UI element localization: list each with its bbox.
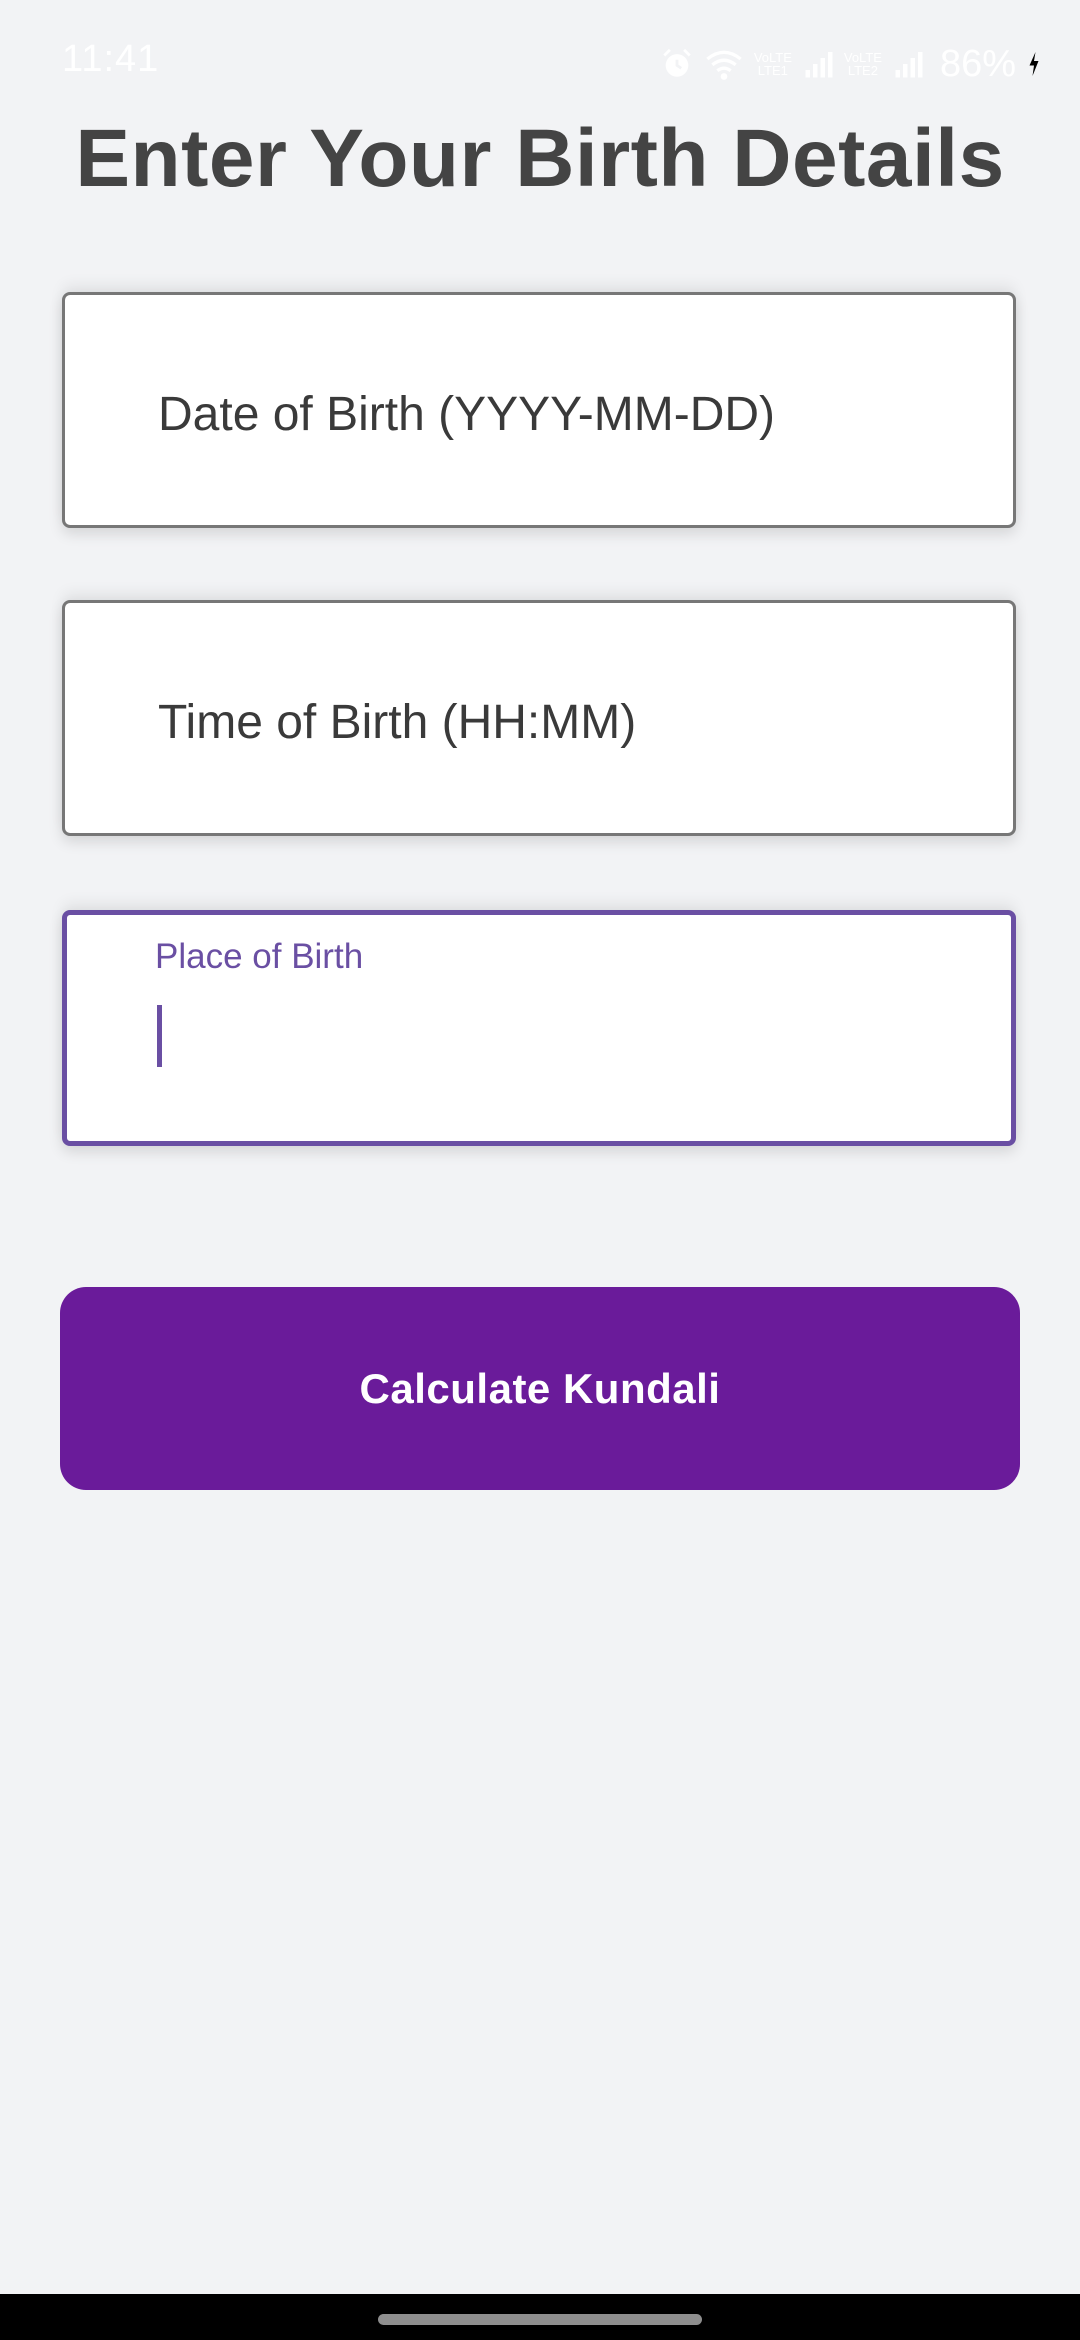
- status-icons: VoLTE LTE1 VoLTE LTE2 86%: [660, 38, 1042, 90]
- wifi-icon: [704, 47, 744, 81]
- status-time: 11:41: [62, 38, 160, 80]
- calculate-kundali-button[interactable]: Calculate Kundali: [60, 1287, 1020, 1490]
- sim1-network-label: VoLTE LTE1: [753, 50, 792, 78]
- date-of-birth-field[interactable]: Date of Birth (YYYY-MM-DD): [62, 292, 1016, 528]
- place-of-birth-input[interactable]: [155, 1003, 955, 1073]
- home-indicator[interactable]: [378, 2314, 702, 2325]
- status-bar: 11:41 VoLTE LTE1 VoLTE LTE2 86%: [0, 0, 1080, 120]
- alarm-icon: [660, 47, 694, 81]
- place-of-birth-field[interactable]: Place of Birth: [62, 910, 1016, 1146]
- time-of-birth-field[interactable]: Time of Birth (HH:MM): [62, 600, 1016, 836]
- battery-percentage: 86%: [939, 42, 1016, 85]
- battery-charging-icon: [1026, 49, 1042, 79]
- sim2-network-label: VoLTE LTE2: [843, 50, 882, 78]
- text-cursor: [157, 1005, 162, 1067]
- signal-icon: [804, 49, 834, 79]
- date-of-birth-label: Date of Birth (YYYY-MM-DD): [158, 388, 776, 441]
- time-of-birth-label: Time of Birth (HH:MM): [158, 696, 637, 749]
- signal-icon: [894, 49, 924, 79]
- place-of-birth-label: Place of Birth: [155, 937, 364, 976]
- page-title: Enter Your Birth Details: [75, 113, 1005, 204]
- calculate-kundali-label: Calculate Kundali: [359, 1364, 721, 1412]
- navigation-bar: [0, 2294, 1080, 2340]
